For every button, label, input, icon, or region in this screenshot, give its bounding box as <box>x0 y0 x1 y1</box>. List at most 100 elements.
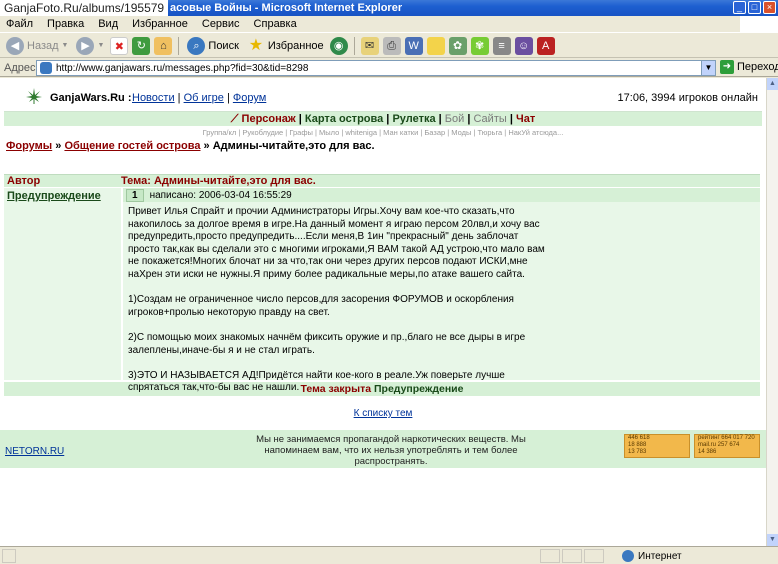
forward-arrow-icon: ▶ <box>76 36 95 55</box>
window-title-fragment: асовые Войны <box>170 2 252 14</box>
post-meta: 1 написано: 2006-03-04 16:55:29 <box>123 188 760 202</box>
stop-icon[interactable]: ✖ <box>110 36 129 55</box>
menu-chat[interactable]: Чат <box>516 113 535 125</box>
search-label: Поиск <box>208 39 239 52</box>
post-paragraph: 2)С помощью моих знакомых начнём фиксить… <box>128 331 526 356</box>
messenger-yahoo-icon[interactable]: ☺ <box>514 36 533 55</box>
window-title: асовые Войны - Microsoft Internet Explor… <box>170 2 403 14</box>
toolbar: ◀ Назад ▼ ▶ ▼ ✖ ↻ ⌂ ⌕ Поиск ★ Избранное … <box>0 34 778 58</box>
status-page-icon <box>2 549 16 563</box>
go-button[interactable]: ➜ Переход <box>720 60 778 74</box>
messenger-icon[interactable]: ✿ <box>448 36 467 55</box>
post-paragraph: Привет Илья Спрайт и прочии Администрато… <box>128 206 545 280</box>
word-icon[interactable]: W <box>404 36 423 55</box>
windows-logo <box>740 16 778 33</box>
breadcrumb-forums[interactable]: Форумы <box>6 140 52 152</box>
nav-forum-link[interactable]: Форум <box>233 92 266 104</box>
post-body-cell: 1 написано: 2006-03-04 16:55:29 Привет И… <box>123 188 760 393</box>
note-icon[interactable] <box>426 36 445 55</box>
vertical-scrollbar[interactable]: ▲ ▼ <box>766 78 778 546</box>
go-arrow-icon: ➜ <box>720 60 734 74</box>
mail-icon[interactable]: ✉ <box>360 36 379 55</box>
forward-dropdown-icon[interactable]: ▼ <box>97 42 104 49</box>
mailru-rating-banner[interactable]: рейтинг 664 017 720 mail.ru 257 674 14 3… <box>694 434 760 458</box>
logo-separator: : <box>127 92 132 104</box>
topic-prefix: Тема: <box>121 175 151 187</box>
menu-roulette[interactable]: Рулетка <box>392 113 435 125</box>
post-author-link[interactable]: Предупреждение <box>7 190 101 202</box>
post-number[interactable]: 1 <box>126 188 144 202</box>
counter-line: 13 783 <box>628 449 647 455</box>
breadcrumb-sep: » <box>55 140 62 152</box>
menu-sites[interactable]: Сайты <box>473 113 506 125</box>
site-logo[interactable]: GanjaWars.Ru : <box>50 92 132 104</box>
address-dropdown-icon[interactable]: ▼ <box>701 61 715 75</box>
topic-title: Админы-читайте,это для вас. <box>153 175 316 187</box>
menu-help[interactable]: Справка <box>254 18 297 30</box>
menu-file[interactable]: Файл <box>6 18 33 30</box>
column-topic: Тема: Админы-читайте,это для вас. <box>121 175 760 187</box>
favorites-button[interactable]: ★ Избранное <box>245 35 326 57</box>
star-icon: ★ <box>248 36 264 54</box>
post-date: написано: 2006-03-04 16:55:29 <box>149 189 292 201</box>
back-arrow-icon: ◀ <box>6 36 24 55</box>
nav-news-link[interactable]: Новости <box>132 92 175 104</box>
tools-icon[interactable]: ≡ <box>492 36 511 55</box>
menu-view[interactable]: Вид <box>98 18 118 30</box>
scroll-up-icon[interactable]: ▲ <box>767 78 778 90</box>
home-icon[interactable]: ⌂ <box>154 36 173 55</box>
menu-island-map[interactable]: Карта острова <box>305 113 383 125</box>
nav-about-link[interactable]: Об игре <box>184 92 224 104</box>
toolbar-separator <box>178 36 180 55</box>
back-button[interactable]: ◀ Назад ▼ <box>4 35 70 57</box>
netorn-link[interactable]: NETORN.RU <box>5 446 64 457</box>
breadcrumb-topic: Админы-читайте,это для вас. <box>212 140 375 152</box>
cannabis-leaf-icon <box>26 88 42 104</box>
post-paragraph: 1)Создам не ограниченное число персов,дл… <box>128 294 514 318</box>
scroll-down-icon[interactable]: ▼ <box>767 534 778 546</box>
counter-line: mail.ru 257 674 <box>698 442 740 448</box>
back-label: Назад <box>27 39 59 52</box>
sub-menu[interactable]: Группа/кл | Рукоблудие | Графы | Мыло | … <box>4 127 762 138</box>
search-button[interactable]: ⌕ Поиск <box>185 35 240 57</box>
refresh-icon[interactable]: ↻ <box>132 36 151 55</box>
site-header: GanjaWars.Ru : Новости | Об игре | Форум… <box>4 82 762 112</box>
online-status: 17:06, 3994 игроков онлайн <box>617 92 758 104</box>
maximize-button[interactable]: □ <box>748 1 761 14</box>
menu-favorites[interactable]: Избранное <box>132 18 188 30</box>
minimize-button[interactable]: _ <box>733 1 746 14</box>
site-nav: Новости | Об игре | Форум <box>132 92 267 104</box>
search-icon: ⌕ <box>187 36 206 55</box>
back-dropdown-icon[interactable]: ▼ <box>62 42 69 49</box>
forward-button[interactable]: ▶ ▼ <box>74 35 106 57</box>
web-page: GanjaWars.Ru : Новости | Об игре | Форум… <box>0 78 766 546</box>
close-button[interactable]: × <box>763 1 776 14</box>
status-cell <box>562 549 582 563</box>
post-row: Предупреждение 1 написано: 2006-03-04 16… <box>4 187 760 393</box>
print-icon[interactable]: ⎙ <box>382 36 401 55</box>
favorites-label: Избранное <box>267 39 324 52</box>
menu-tools[interactable]: Сервис <box>202 18 240 30</box>
page-footer: NETORN.RU Мы не занимаемся пропагандой н… <box>0 430 766 468</box>
address-bar: Адрес: http://www.ganjawars.ru/messages.… <box>0 59 778 77</box>
back-to-list: К списку тем <box>0 408 766 419</box>
address-input[interactable]: http://www.ganjawars.ru/messages.php?fid… <box>36 60 716 76</box>
menu-edit[interactable]: Правка <box>47 18 84 30</box>
game-menu: ⟋ Персонаж | Карта острова | Рулетка | Б… <box>4 112 762 126</box>
counter-line: рейтинг 664 017 720 <box>698 435 755 441</box>
counter-banner[interactable]: 446 618 18 888 13 783 <box>624 434 690 458</box>
zone-label: Интернет <box>638 550 682 562</box>
acrobat-icon[interactable]: A <box>536 36 555 55</box>
toolbar-separator <box>353 36 355 55</box>
watermark: GanjaFoto.Ru/albums/195579 <box>0 0 169 16</box>
addon-icon[interactable]: ✾ <box>470 36 489 55</box>
media-icon[interactable]: ◉ <box>329 36 348 55</box>
breadcrumb-section[interactable]: Общение гостей острова <box>64 140 200 152</box>
menu-character[interactable]: Персонаж <box>242 113 296 125</box>
counter-line: 14 386 <box>698 449 717 455</box>
window-title-app: Microsoft Internet Explorer <box>261 2 403 14</box>
menu-battle[interactable]: Бой <box>445 113 464 125</box>
status-cell <box>540 549 560 563</box>
back-to-list-link[interactable]: К списку тем <box>354 408 413 419</box>
globe-icon <box>622 550 634 562</box>
